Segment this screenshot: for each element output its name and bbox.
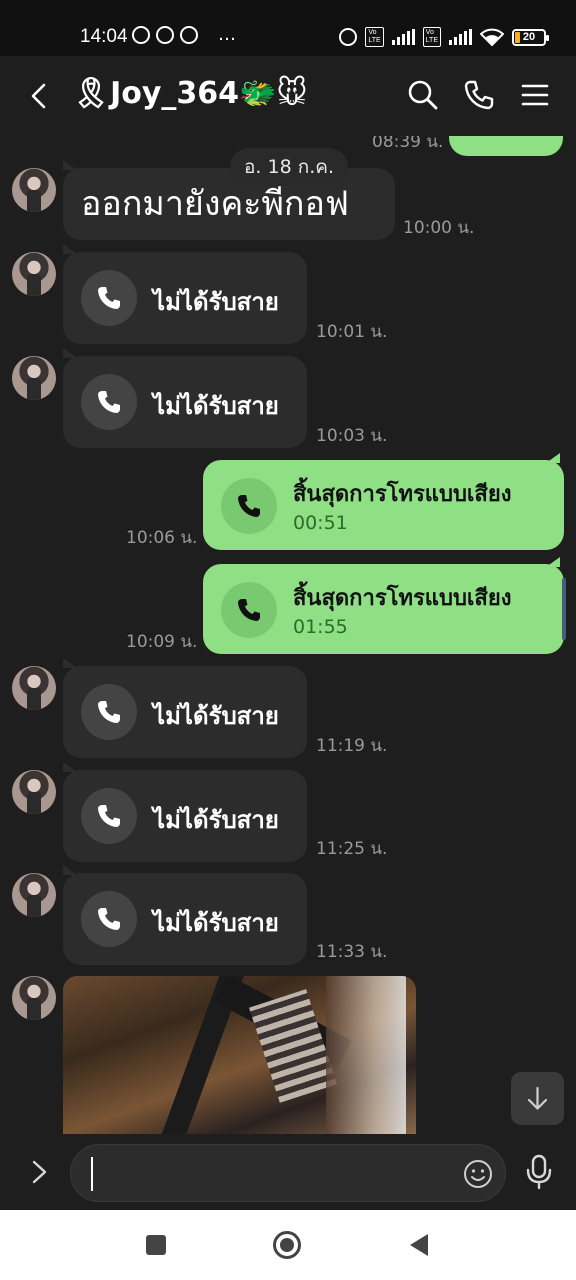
phone-icon bbox=[81, 270, 137, 326]
date-separator: อ. 18 ก.ค. bbox=[230, 148, 348, 186]
status-system-icons: Vo LTE Vo LTE 20 bbox=[339, 27, 549, 47]
avatar[interactable] bbox=[12, 770, 56, 814]
missed-call-bubble[interactable]: ไม่ได้รับสาย bbox=[63, 658, 307, 758]
message-time: 11:25 น. bbox=[316, 839, 388, 859]
message-text: ออกมายังคะพี่กอฟ bbox=[81, 184, 349, 224]
outgoing-bubble-partial[interactable] bbox=[449, 136, 563, 156]
missed-call-bubble[interactable]: ไม่ได้รับสาย bbox=[63, 348, 307, 448]
more-notifications-icon: … bbox=[218, 24, 238, 45]
call-ended-bubble[interactable]: สิ้นสุดการโทรแบบเสียง 00:51 bbox=[203, 453, 564, 550]
call-status-label: ไม่ได้รับสาย bbox=[153, 288, 279, 316]
message-time: 10:09 น. bbox=[126, 632, 198, 652]
signal-icon bbox=[391, 29, 415, 45]
phone-icon bbox=[81, 684, 137, 740]
image-message[interactable] bbox=[63, 976, 416, 1134]
call-status-label: ไม่ได้รับสาย bbox=[153, 909, 279, 937]
call-status-label: สิ้นสุดการโทรแบบเสียง bbox=[293, 586, 512, 611]
chat-title[interactable]: 🎗Joy_364🐲🐭 bbox=[72, 76, 308, 111]
chevron-right-icon[interactable] bbox=[26, 1156, 54, 1188]
status-notification-icons bbox=[132, 26, 198, 44]
menu-icon[interactable] bbox=[518, 78, 552, 112]
avatar[interactable] bbox=[12, 976, 56, 1020]
call-duration: 00:51 bbox=[293, 512, 348, 534]
back-icon[interactable] bbox=[24, 80, 56, 112]
message-time: 08:39 น. bbox=[372, 136, 444, 152]
avatar[interactable] bbox=[12, 666, 56, 710]
call-status-label: สิ้นสุดการโทรแบบเสียง bbox=[293, 482, 512, 507]
avatar[interactable] bbox=[12, 252, 56, 296]
message-time: 10:00 น. bbox=[403, 218, 475, 238]
status-bar: 14:04 … Vo LTE Vo LTE 20 bbox=[0, 0, 576, 56]
message-time: 11:19 น. bbox=[316, 736, 388, 756]
phone-icon bbox=[221, 582, 277, 638]
battery-icon: 20 bbox=[512, 28, 549, 46]
message-time: 11:33 น. bbox=[316, 942, 388, 962]
call-duration: 01:55 bbox=[293, 616, 348, 638]
call-status-label: ไม่ได้รับสาย bbox=[153, 806, 279, 834]
alarm-icon bbox=[339, 28, 358, 46]
call-ended-bubble[interactable]: สิ้นสุดการโทรแบบเสียง 01:55 bbox=[203, 557, 564, 654]
message-time: 10:03 น. bbox=[316, 426, 388, 446]
chrome-icon bbox=[180, 26, 198, 44]
phone-icon bbox=[81, 374, 137, 430]
message-input-bar bbox=[0, 1134, 576, 1210]
volte-icon: Vo LTE bbox=[422, 27, 441, 47]
back-nav-icon[interactable] bbox=[404, 1230, 434, 1260]
message-time: 10:06 น. bbox=[126, 528, 198, 548]
signal-icon bbox=[449, 29, 472, 45]
chat-header: 🎗Joy_364🐲🐭 bbox=[0, 56, 576, 136]
scrollbar-thumb[interactable] bbox=[562, 578, 566, 640]
arrow-down-icon bbox=[527, 1086, 548, 1110]
missed-call-bubble[interactable]: ไม่ได้รับสาย bbox=[63, 762, 307, 862]
search-icon[interactable] bbox=[406, 78, 440, 112]
volte-icon: Vo LTE bbox=[365, 27, 384, 47]
system-navigation-bar bbox=[0, 1210, 576, 1280]
missed-call-bubble[interactable]: ไม่ได้รับสาย bbox=[63, 244, 307, 344]
emoji-icon[interactable] bbox=[463, 1159, 493, 1189]
recents-icon[interactable] bbox=[141, 1230, 171, 1260]
avatar[interactable] bbox=[12, 873, 56, 917]
call-status-label: ไม่ได้รับสาย bbox=[153, 702, 279, 730]
microphone-icon[interactable] bbox=[524, 1154, 554, 1190]
avatar[interactable] bbox=[12, 356, 56, 400]
phone-icon[interactable] bbox=[462, 78, 496, 112]
notification-icon bbox=[132, 26, 150, 44]
phone-icon bbox=[81, 788, 137, 844]
call-status-label: ไม่ได้รับสาย bbox=[153, 392, 279, 420]
message-time: 10:01 น. bbox=[316, 322, 388, 342]
message-input[interactable] bbox=[87, 1153, 457, 1193]
scroll-to-bottom-button[interactable] bbox=[511, 1072, 564, 1125]
message-input-container[interactable] bbox=[70, 1144, 506, 1202]
phone-icon bbox=[221, 478, 277, 534]
wifi-icon bbox=[480, 28, 504, 46]
home-icon[interactable] bbox=[272, 1230, 302, 1260]
message-list[interactable]: 08:39 น. ออกมายังคะพี่กอฟ 10:00 น. อ. 18… bbox=[0, 136, 576, 1134]
avatar[interactable] bbox=[12, 168, 56, 212]
status-time: 14:04 bbox=[80, 26, 128, 47]
missed-call-bubble[interactable]: ไม่ได้รับสาย bbox=[63, 865, 307, 965]
incoming-text-bubble[interactable]: ออกมายังคะพี่กอฟ bbox=[63, 160, 395, 240]
phone-icon bbox=[81, 891, 137, 947]
notification-icon bbox=[156, 26, 174, 44]
